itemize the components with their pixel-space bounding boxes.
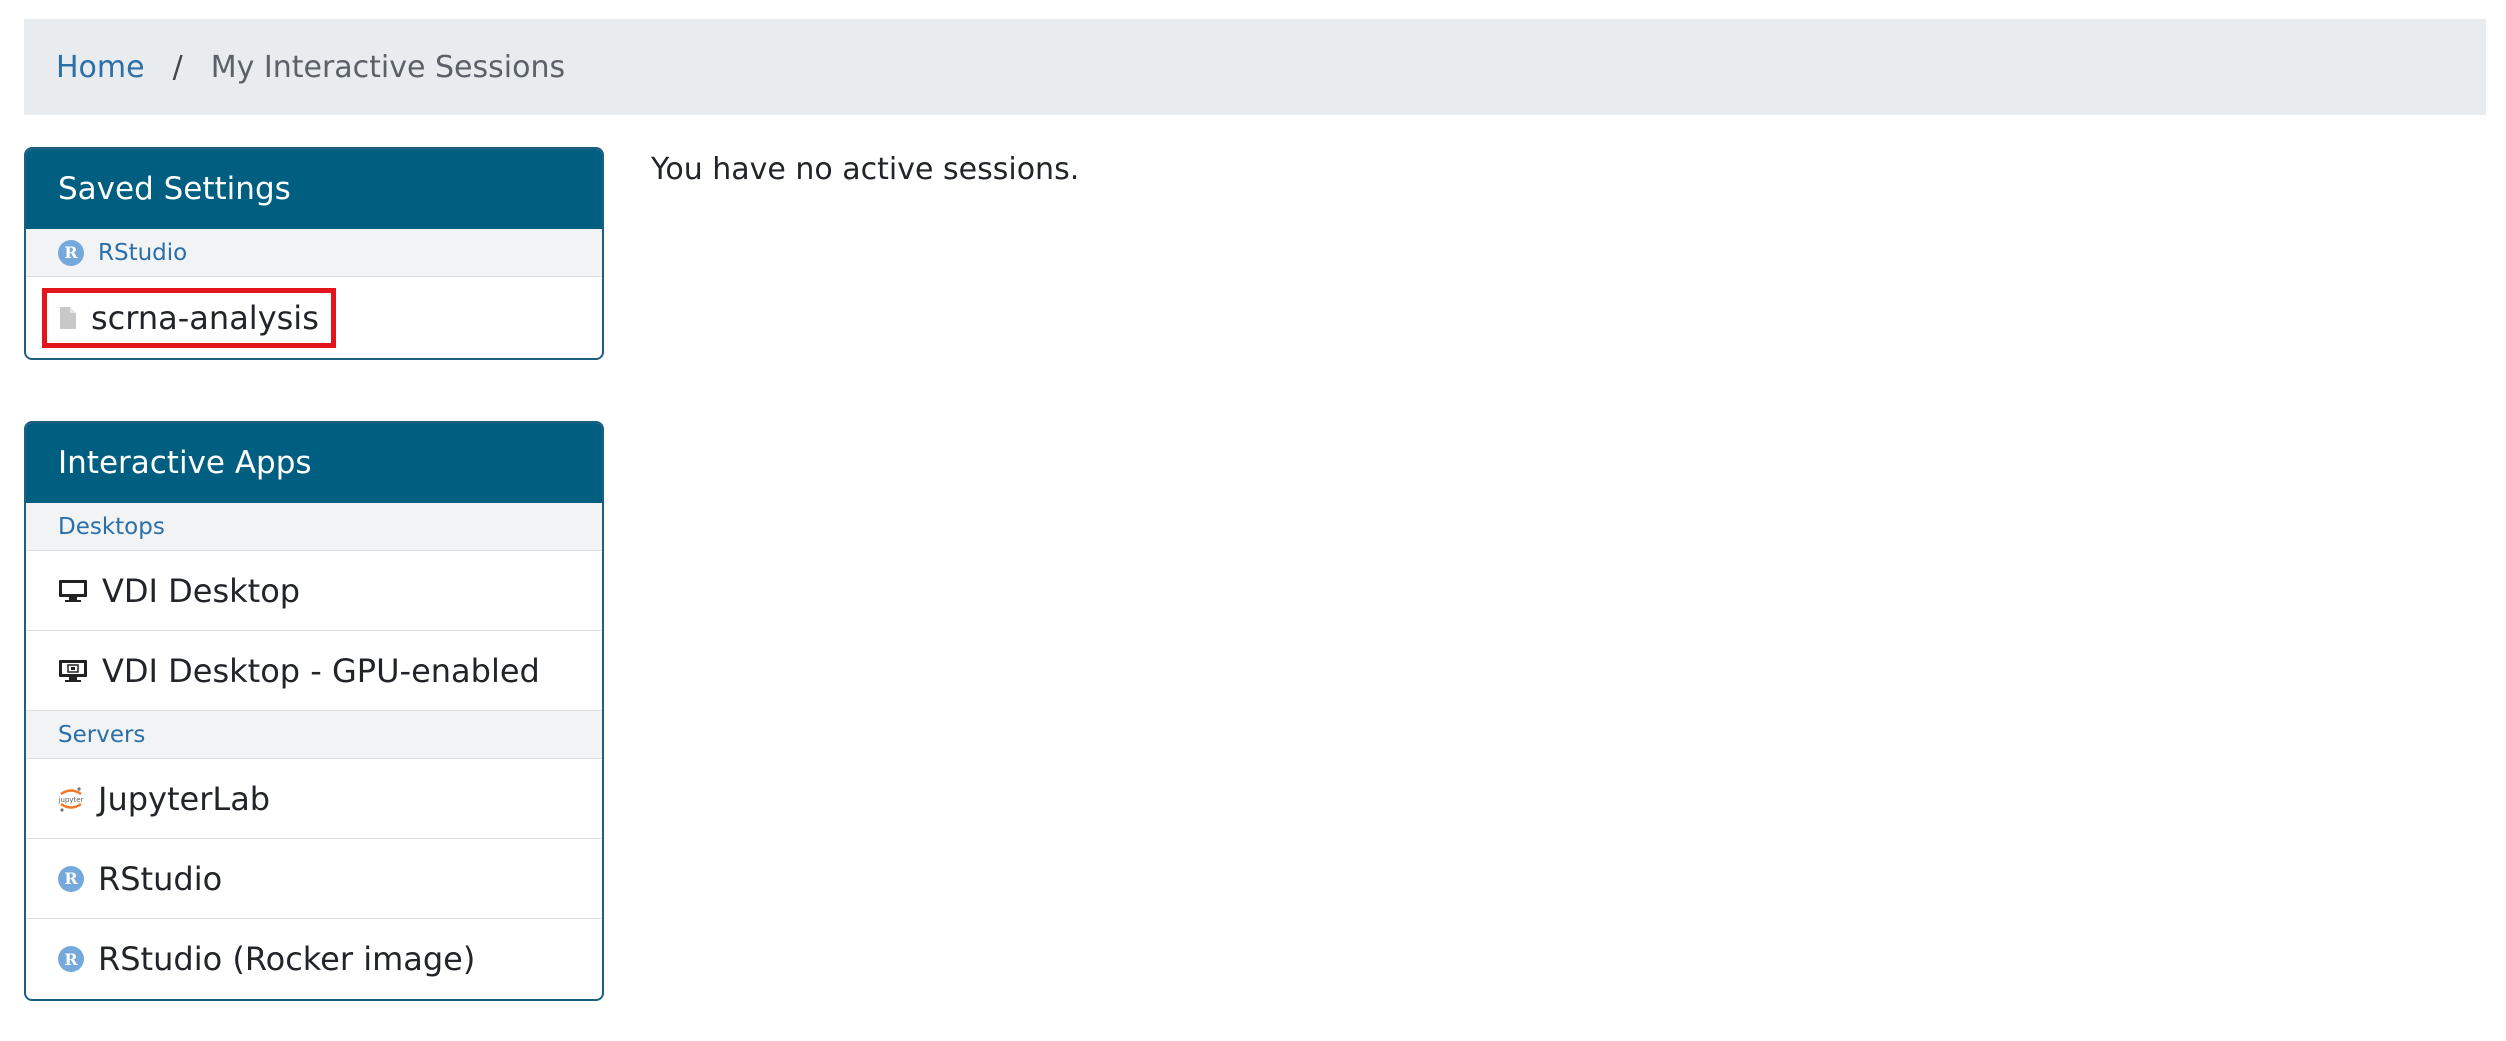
file-icon [59,306,77,330]
saved-settings-card: Saved Settings R RStudio scrna-analysis [24,147,604,360]
jupyter-icon: jupyter [58,785,84,813]
interactive-apps-header: Interactive Apps [26,423,602,503]
interactive-apps-card: Interactive Apps Desktops VDI Desktop VD… [24,421,604,1001]
apps-group-servers: Servers [26,711,602,759]
saved-setting-item-scrna-analysis[interactable]: scrna-analysis [26,277,602,358]
app-item-rstudio[interactable]: R RStudio [26,839,602,919]
desktop-icon [58,578,88,604]
app-item-label: JupyterLab [98,779,271,818]
saved-settings-header: Saved Settings [26,149,602,229]
rstudio-icon: R [58,946,84,972]
app-item-label: VDI Desktop [102,571,301,610]
app-item-rstudio-rocker[interactable]: R RStudio (Rocker image) [26,919,602,999]
rstudio-icon: R [58,865,84,892]
app-item-label: RStudio [98,859,223,898]
app-item-label: VDI Desktop - GPU-enabled [102,651,540,690]
breadcrumb: Home / My Interactive Sessions [24,19,2486,115]
svg-text:jupyter: jupyter [58,796,84,804]
saved-settings-group-label: RStudio [98,239,188,266]
breadcrumb-current: My Interactive Sessions [210,49,566,85]
breadcrumb-separator: / [172,49,183,85]
gpu-desktop-icon [58,658,88,684]
app-item-vdi-desktop[interactable]: VDI Desktop [26,551,602,631]
app-item-vdi-desktop-gpu[interactable]: VDI Desktop - GPU-enabled [26,631,602,711]
saved-setting-label: scrna-analysis [91,298,319,337]
saved-setting-highlight[interactable]: scrna-analysis [42,287,336,348]
breadcrumb-home-link[interactable]: Home [56,50,145,85]
app-item-label: RStudio (Rocker image) [98,940,476,978]
rstudio-icon: R [58,239,84,266]
saved-settings-group-rstudio[interactable]: R RStudio [26,229,602,277]
apps-group-desktops: Desktops [26,503,602,551]
no-sessions-message: You have no active sessions. [651,152,1080,187]
app-item-jupyterlab[interactable]: jupyter JupyterLab [26,759,602,839]
